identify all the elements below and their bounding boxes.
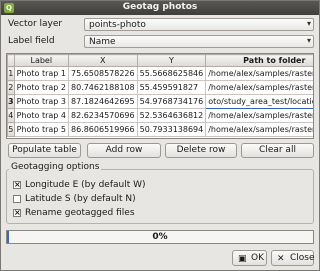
longitude-checkbox[interactable]: × Longitude E (by default W): [13, 180, 153, 191]
vector-layer-label: Vector layer: [8, 19, 63, 29]
close-icon: ✕: [277, 254, 285, 264]
table-header-row: Label X Y Path to folder: [7, 54, 313, 67]
add-row-button[interactable]: Add row: [87, 143, 161, 158]
table-row[interactable]: 4 Photo trap 4 82.6234570696 52.53646368…: [7, 108, 313, 123]
close-button-label: Close: [290, 253, 315, 263]
chevron-down-icon: ▾: [306, 19, 311, 28]
cell-x[interactable]: 87.1824642695: [67, 94, 138, 109]
ok-icon: ▣: [238, 254, 247, 264]
geotagging-options-title: Geotagging options: [9, 162, 102, 172]
window-title: Geotag photos: [122, 2, 198, 12]
progress-text: 0%: [152, 232, 168, 242]
vector-layer-select[interactable]: points-photo ▾: [84, 18, 314, 31]
row-number[interactable]: 1: [7, 66, 15, 81]
cell-label[interactable]: Photo trap 5: [13, 122, 69, 137]
close-button[interactable]: ✕ Close: [271, 250, 315, 266]
checkbox-checked-icon[interactable]: ×: [13, 209, 21, 217]
table-row[interactable]: 3 Photo trap 3 87.1824642695 54.97687341…: [7, 94, 313, 109]
clear-all-button[interactable]: Clear all: [241, 143, 314, 158]
row-number[interactable]: 2: [7, 80, 15, 95]
cell-path-editor[interactable]: oto/study_area_test/location3 ...: [205, 94, 313, 109]
row-number[interactable]: 5: [7, 122, 15, 137]
cell-y[interactable]: 54.9768734176: [136, 94, 207, 109]
latitude-checkbox[interactable]: Latitude S (by default N): [13, 194, 153, 205]
table-row[interactable]: 5 Photo trap 5 86.8606519966 50.79331386…: [7, 122, 313, 137]
cell-x[interactable]: 80.7462188108: [67, 80, 138, 95]
row-number[interactable]: 3: [7, 94, 15, 109]
cell-label[interactable]: Photo trap 1: [13, 66, 69, 81]
vector-layer-value: points-photo: [89, 20, 146, 30]
cell-label[interactable]: Photo trap 4: [13, 108, 69, 123]
cell-path[interactable]: /home/alex/samples/raster/geo...: [205, 80, 313, 95]
column-header-label[interactable]: Label: [13, 54, 69, 67]
title-bar[interactable]: Q Geotag photos: [1, 1, 319, 15]
column-header-path[interactable]: Path to folder: [205, 54, 313, 67]
cell-y[interactable]: 52.5364636812: [136, 108, 207, 123]
table-row[interactable]: 1 Photo trap 1 75.6508578226 55.56686258…: [7, 66, 313, 81]
latitude-checkbox-label[interactable]: Latitude S (by default N): [25, 194, 136, 204]
chevron-down-icon: ▾: [306, 36, 311, 45]
longitude-checkbox-label[interactable]: Longitude E (by default W): [25, 180, 146, 190]
cell-y[interactable]: 55.5668625846: [136, 66, 207, 81]
cell-y[interactable]: 55.459591827: [136, 80, 207, 95]
row-number[interactable]: 4: [7, 108, 15, 123]
checkbox-checked-icon[interactable]: ×: [13, 181, 21, 189]
cell-y[interactable]: 50.7933138694: [136, 122, 207, 137]
label-field-select[interactable]: Name ▾: [84, 35, 314, 48]
delete-row-button[interactable]: Delete row: [165, 143, 237, 158]
cell-path[interactable]: /home/alex/samples/raster/geo...: [205, 66, 313, 81]
populate-table-button[interactable]: Populate table: [8, 143, 81, 158]
label-field-value: Name: [89, 37, 116, 47]
progress-bar: 0%: [6, 230, 314, 244]
cell-path[interactable]: /home/alex/samples/raster/geo...: [205, 122, 313, 137]
table-row[interactable]: 2 Photo trap 2 80.7462188108 55.45959182…: [7, 80, 313, 95]
column-header-x[interactable]: X: [67, 54, 138, 67]
path-editor-text[interactable]: oto/study_area_test/location3: [208, 97, 313, 106]
cell-path[interactable]: /home/alex/samples/raster/geo...: [205, 108, 313, 123]
cell-label[interactable]: Photo trap 3: [13, 94, 69, 109]
points-table[interactable]: Label X Y Path to folder 1 Photo trap 1 …: [6, 53, 314, 139]
column-header-y[interactable]: Y: [136, 54, 207, 67]
ok-button[interactable]: ▣ OK: [232, 250, 267, 266]
corner-header[interactable]: [7, 54, 15, 67]
cell-x[interactable]: 86.8606519966: [67, 122, 138, 137]
checkbox-unchecked-icon[interactable]: [13, 195, 21, 203]
cell-x[interactable]: 82.6234570696: [67, 108, 138, 123]
ok-button-label: OK: [251, 253, 264, 263]
cell-x[interactable]: 75.6508578226: [67, 66, 138, 81]
geotag-dialog: Q Geotag photos Vector layer points-phot…: [0, 0, 320, 271]
cell-label[interactable]: Photo trap 2: [13, 80, 69, 95]
rename-files-checkbox-label[interactable]: Rename geotagged files: [25, 208, 135, 218]
rename-files-checkbox[interactable]: × Rename geotagged files: [13, 208, 153, 219]
label-field-label: Label field: [8, 36, 55, 46]
